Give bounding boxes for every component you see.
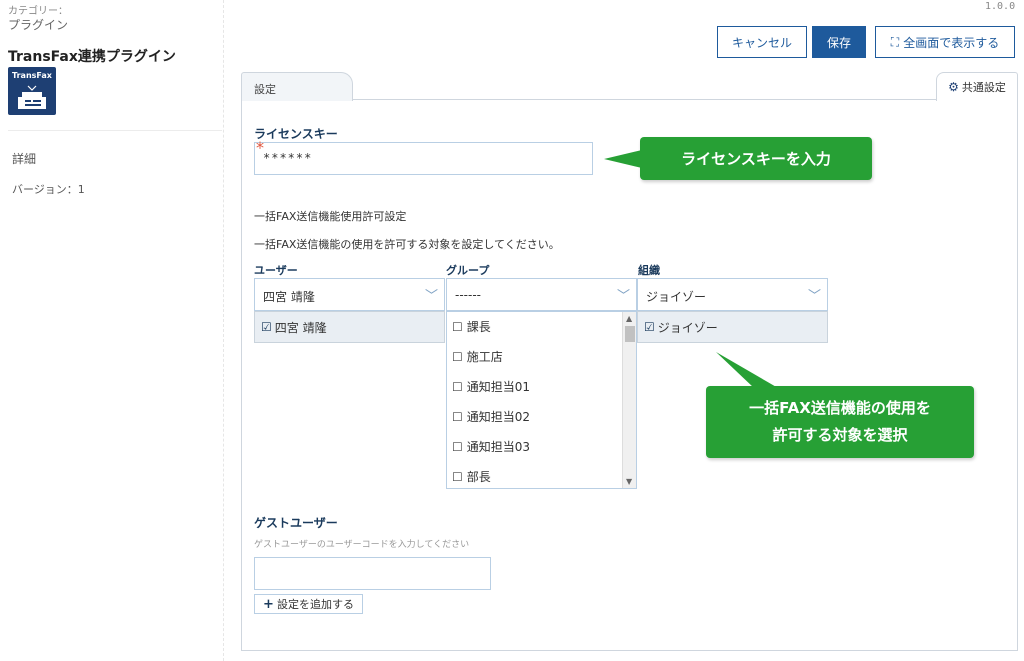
- scroll-up-icon[interactable]: ▲: [626, 314, 632, 323]
- plus-icon: +: [263, 596, 274, 612]
- save-button[interactable]: 保存: [812, 26, 866, 58]
- license-key-label: ライセンスキー: [254, 127, 338, 141]
- fullscreen-button[interactable]: ⛶ 全画面で表示する: [875, 26, 1015, 58]
- group-option-label: 課長: [466, 320, 491, 334]
- chevron-down-icon: ﹀: [424, 289, 438, 304]
- target-callout: 一括FAX送信機能の使用を 許可する対象を選択: [706, 386, 974, 458]
- group-option-label: 部長: [466, 470, 491, 484]
- license-callout-text: ライセンスキーを入力: [681, 150, 831, 168]
- selected-org-item[interactable]: ☑ ジョイゾー: [637, 311, 828, 343]
- checked-checkbox-icon: ☑: [261, 320, 272, 334]
- plugin-logo: TransFax: [8, 67, 56, 115]
- license-callout-pointer: [604, 150, 642, 168]
- checkbox-icon: ☐: [452, 439, 463, 454]
- group-column-label: グループ: [446, 264, 490, 277]
- group-option-label: 通知担当02: [466, 410, 531, 424]
- guest-user-hint: ゲストユーザーのユーザーコードを入力してください: [254, 540, 470, 550]
- sidebar: カテゴリー： プラグイン TransFax連携プラグイン TransFax 詳細…: [0, 0, 224, 661]
- user-select-value: 四宮 靖隆: [263, 290, 315, 304]
- fullscreen-icon: ⛶: [890, 34, 900, 49]
- group-option-label: 通知担当03: [466, 440, 531, 454]
- org-select-value: ジョイゾー: [646, 290, 707, 304]
- group-option[interactable]: ☐ 部長: [452, 468, 491, 485]
- user-select[interactable]: 四宮 靖隆 ﹀: [254, 278, 445, 311]
- fax-machine-icon: [18, 85, 46, 109]
- group-option[interactable]: ☐ 施工店: [452, 348, 503, 365]
- category-label: カテゴリー：: [8, 6, 68, 17]
- selected-user-item[interactable]: ☑ 四宮 靖隆: [254, 311, 445, 343]
- selected-org-label: ジョイゾー: [657, 320, 718, 335]
- checkbox-icon: ☐: [452, 409, 463, 424]
- org-select[interactable]: ジョイゾー ﹀: [637, 278, 828, 311]
- group-option-label: 施工店: [466, 350, 503, 364]
- target-callout-pointer: [716, 352, 778, 388]
- tab-settings[interactable]: 設定: [241, 72, 353, 101]
- sidebar-divider: [8, 130, 222, 131]
- add-setting-button[interactable]: + 設定を追加する: [254, 594, 363, 614]
- permission-section-description: 一括FAX送信機能の使用を許可する対象を設定してください。: [254, 238, 560, 251]
- group-select[interactable]: ------ ﹀: [446, 278, 637, 311]
- group-option[interactable]: ☐ 通知担当01: [452, 378, 530, 395]
- target-callout-line1: 一括FAX送信機能の使用を: [749, 399, 931, 417]
- sidebar-detail-link[interactable]: 詳細: [12, 150, 36, 167]
- group-option[interactable]: ☐ 通知担当02: [452, 408, 530, 425]
- group-option[interactable]: ☐ 通知担当03: [452, 438, 530, 455]
- cancel-button[interactable]: キャンセル: [717, 26, 807, 58]
- checked-checkbox-icon: ☑: [644, 320, 655, 334]
- checkbox-icon: ☐: [452, 319, 463, 334]
- group-options-list[interactable]: ☐ 課長 ☐ 施工店 ☐ 通知担当01 ☐ 通知担当02 ☐ 通知担当03 ☐ …: [446, 311, 637, 489]
- scroll-down-icon[interactable]: ▼: [626, 477, 632, 486]
- fullscreen-label: 全画面で表示する: [903, 35, 1000, 50]
- add-setting-label: 設定を追加する: [276, 598, 354, 611]
- tab-common-label: 共通設定: [961, 81, 1006, 94]
- checkbox-icon: ☐: [452, 469, 463, 484]
- group-option-label: 通知担当01: [466, 380, 531, 394]
- category-value: プラグイン: [8, 18, 69, 32]
- guest-user-label: ゲストユーザー: [254, 516, 338, 530]
- scrollbar-thumb[interactable]: [625, 326, 635, 342]
- checkbox-icon: ☐: [452, 379, 463, 394]
- app-version: 1.0.0: [985, 1, 1016, 12]
- group-list-scrollbar[interactable]: ▲ ▼: [622, 312, 636, 488]
- target-callout-line2: 許可する対象を選択: [772, 426, 908, 444]
- org-column-label: 組織: [638, 264, 660, 277]
- chevron-down-icon: ﹀: [616, 289, 630, 304]
- chevron-down-icon: ﹀: [807, 289, 821, 304]
- license-key-input[interactable]: ******: [254, 142, 593, 175]
- checkbox-icon: ☐: [452, 349, 463, 364]
- guest-user-input[interactable]: [254, 557, 491, 590]
- selected-user-label: 四宮 靖隆: [274, 320, 327, 335]
- license-callout: ライセンスキーを入力: [640, 137, 872, 180]
- group-option[interactable]: ☐ 課長: [452, 318, 491, 335]
- plugin-title: TransFax連携プラグイン: [8, 49, 176, 65]
- tab-common-settings[interactable]: ⚙ 共通設定: [936, 72, 1018, 101]
- sidebar-version: バージョン：1: [12, 183, 85, 196]
- group-select-value: ------: [455, 288, 481, 302]
- permission-section-title: 一括FAX送信機能使用許可設定: [254, 210, 407, 223]
- user-column-label: ユーザー: [254, 264, 298, 277]
- gear-icon: ⚙: [948, 80, 959, 94]
- required-icon: *: [256, 138, 264, 157]
